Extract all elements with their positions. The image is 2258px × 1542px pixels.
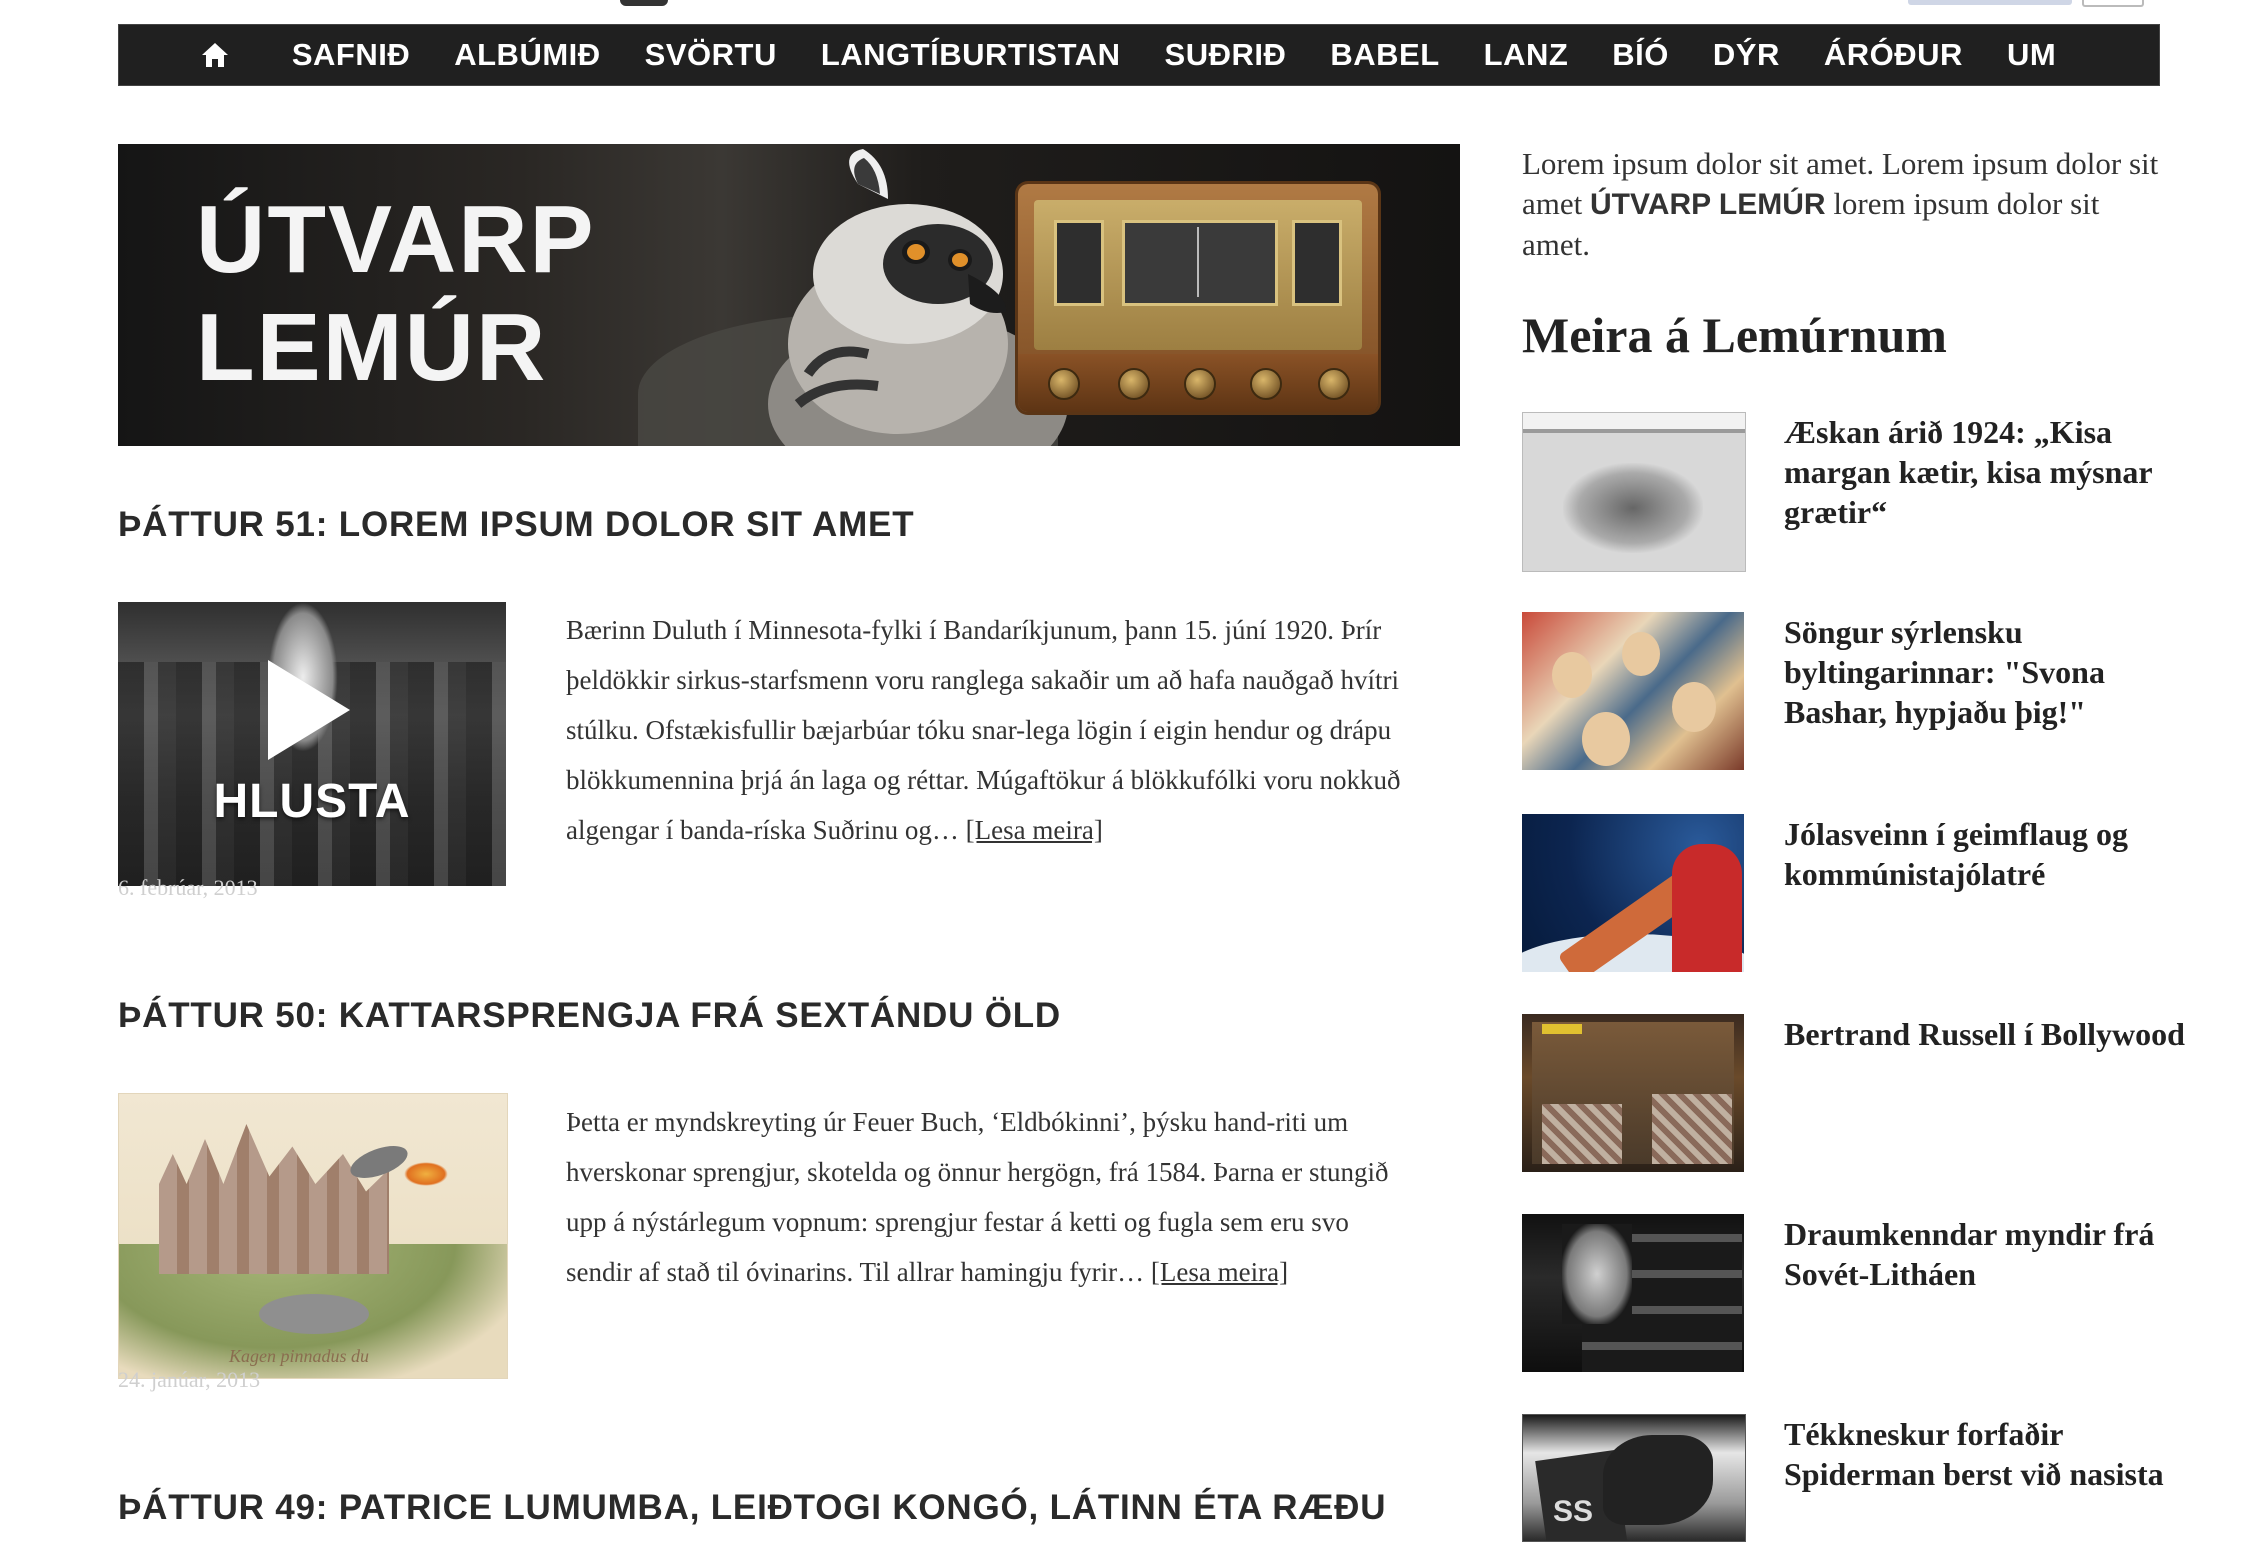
thumb-shadow xyxy=(1603,1435,1713,1525)
radio-image xyxy=(1018,184,1378,412)
sidebar-intro: Lorem ipsum dolor sit amet. Lorem ipsum … xyxy=(1522,144,2162,265)
sidebar-thumb[interactable] xyxy=(1522,1214,1744,1372)
thumb-face xyxy=(1672,682,1716,732)
nav-item-babel[interactable]: BABEL xyxy=(1330,37,1439,73)
sidebar-item-title[interactable]: Draumkenndar myndir frá Sovét-Litháen xyxy=(1784,1214,2204,1294)
sidebar-item[interactable]: Bertrand Russell í Bollywood xyxy=(1522,1014,2222,1174)
thumb-face xyxy=(1582,712,1630,766)
radio-knob xyxy=(1048,368,1080,400)
sidebar-item[interactable]: Jólasveinn í geimflaug og kommúnistajóla… xyxy=(1522,814,2222,974)
intro-brand: ÚTVARP LEMÚR xyxy=(1590,188,1826,221)
read-more-link-50[interactable]: [Lesa meira] xyxy=(1151,1257,1288,1287)
sidebar-item[interactable]: Æskan árið 1924: „Kisa margan kætir, kis… xyxy=(1522,412,2222,572)
nav-item-lanz[interactable]: LANZ xyxy=(1484,37,1569,73)
thumb-face xyxy=(1552,652,1592,698)
top-strip xyxy=(0,0,2258,22)
nav-item-svortu[interactable]: SVÖRTU xyxy=(645,37,777,73)
nav-item-arodur[interactable]: ÁRÓÐUR xyxy=(1824,37,1963,73)
home-icon-glyph xyxy=(201,43,228,67)
site-logo[interactable] xyxy=(620,0,668,6)
nav-item-um[interactable]: UM xyxy=(2007,37,2056,73)
radio-dial xyxy=(1122,220,1278,306)
nav-item-bio[interactable]: BÍÓ xyxy=(1612,37,1669,73)
podcast-banner[interactable]: ÚTVARP LEMÚR xyxy=(118,144,1460,446)
thumb-figure xyxy=(1563,463,1703,553)
home-icon[interactable] xyxy=(200,40,230,70)
thumb-santa xyxy=(1672,844,1742,972)
post-thumb-50[interactable]: Kagen pinnadus du xyxy=(118,1093,508,1379)
sidebar-item[interactable]: SS Tékkneskur forfaðir Spiderman berst v… xyxy=(1522,1414,2222,1542)
main-nav: SAFNIÐ ALBÚMIÐ SVÖRTU LANGTÍBURTISTAN SU… xyxy=(118,24,2160,86)
radio-window-left xyxy=(1054,220,1104,306)
nav-item-albumid[interactable]: ALBÚMIÐ xyxy=(454,37,600,73)
sidebar-item-title[interactable]: Jólasveinn í geimflaug og kommúnistajóla… xyxy=(1784,814,2204,894)
post-excerpt-text-51: Bærinn Duluth í Minnesota-fylki í Bandar… xyxy=(566,615,1401,845)
banner-title: ÚTVARP LEMÚR xyxy=(196,186,596,402)
sidebar-item[interactable]: Söngur sýrlensku byltingarinnar: "Svona … xyxy=(1522,612,2222,772)
read-more-link-51[interactable]: [Lesa meira] xyxy=(966,815,1103,845)
sidebar-thumb[interactable]: SS xyxy=(1522,1414,1746,1542)
sidebar-item-title[interactable]: Bertrand Russell í Bollywood xyxy=(1784,1014,2204,1054)
thumb-chair xyxy=(1652,1094,1732,1164)
facebook-like-button[interactable] xyxy=(1908,0,2072,5)
nav-item-sudrid[interactable]: SUÐRIÐ xyxy=(1165,37,1287,73)
thumb-cat xyxy=(259,1294,369,1334)
listen-label[interactable]: HLUSTA xyxy=(118,774,506,829)
thumb-flame xyxy=(404,1162,448,1186)
play-icon[interactable] xyxy=(268,660,350,760)
post-title-51[interactable]: ÞÁTTUR 51: LOREM IPSUM DOLOR SIT AMET xyxy=(118,505,914,545)
radio-knob xyxy=(1250,368,1282,400)
post-date-50: 24. janúar, 2013 xyxy=(118,1367,261,1392)
share-count-box xyxy=(2082,0,2144,7)
nav-item-dyr[interactable]: DÝR xyxy=(1713,37,1780,73)
sidebar-thumb[interactable] xyxy=(1522,1014,1744,1172)
radio-base xyxy=(1018,354,1378,412)
thumb-caption: Kagen pinnadus du xyxy=(229,1346,370,1366)
post-thumb-51[interactable]: HLUSTA xyxy=(118,602,506,886)
thumb-channel-logo xyxy=(1542,1024,1582,1034)
sidebar-heading: Meira á Lemúrnum xyxy=(1522,307,1947,363)
sidebar-item-title[interactable]: Tékkneskur forfaðir Spiderman berst við … xyxy=(1784,1414,2204,1494)
sidebar-item-title[interactable]: Söngur sýrlensku byltingarinnar: "Svona … xyxy=(1784,612,2204,732)
banner-title-line2: LEMÚR xyxy=(196,294,548,401)
nav-item-safnid[interactable]: SAFNIÐ xyxy=(292,37,410,73)
radio-knob xyxy=(1118,368,1150,400)
radio-face xyxy=(1034,200,1362,350)
post-title-49[interactable]: ÞÁTTUR 49: PATRICE LUMUMBA, LEIÐTOGI KON… xyxy=(118,1488,1386,1528)
sidebar-thumb[interactable] xyxy=(1522,412,1746,572)
sidebar-thumb[interactable] xyxy=(1522,814,1744,972)
radio-window-right xyxy=(1292,220,1342,306)
post-date-51: 6. febrúar, 2013 xyxy=(118,875,258,900)
thumb-face xyxy=(1622,632,1660,676)
thumb-castle xyxy=(159,1124,389,1274)
post-excerpt-50: Þetta er myndskreyting úr Feuer Buch, ‘E… xyxy=(566,1097,1406,1297)
thumb-ss-text: SS xyxy=(1553,1495,1594,1528)
banner-title-line1: ÚTVARP xyxy=(196,186,596,293)
post-excerpt-51: Bærinn Duluth í Minnesota-fylki í Bandar… xyxy=(566,605,1406,855)
thumb-chair xyxy=(1542,1104,1622,1164)
sidebar-item-title[interactable]: Æskan árið 1924: „Kisa margan kætir, kis… xyxy=(1784,412,2204,532)
post-title-50[interactable]: ÞÁTTUR 50: KATTARSPRENGJA FRÁ SEXTÁNDU Ö… xyxy=(118,996,1061,1036)
sidebar-thumb[interactable] xyxy=(1522,612,1744,770)
radio-knob xyxy=(1318,368,1350,400)
nav-item-langtiburtistan[interactable]: LANGTÍBURTISTAN xyxy=(821,37,1121,73)
thumb-figure xyxy=(1562,1224,1632,1324)
radio-knob xyxy=(1184,368,1216,400)
sidebar-item[interactable]: Draumkenndar myndir frá Sovét-Litháen xyxy=(1522,1214,2222,1374)
